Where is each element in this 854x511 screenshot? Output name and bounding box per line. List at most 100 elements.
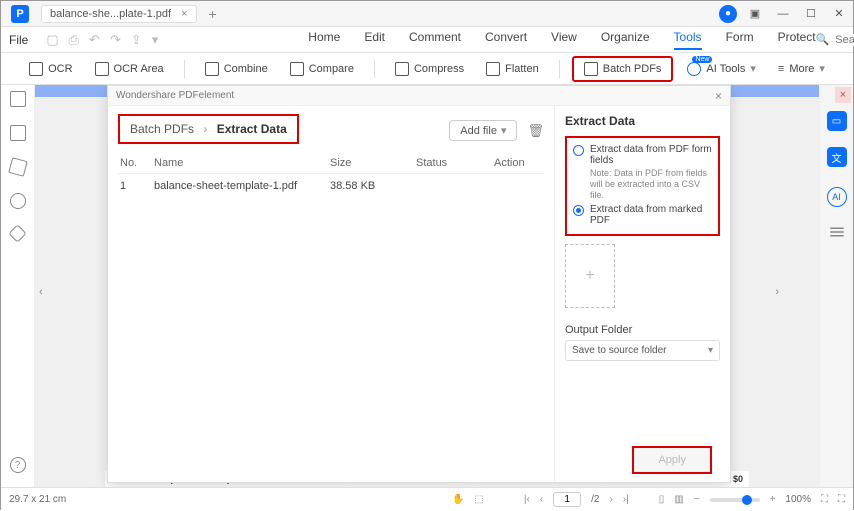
page-total: /2 (591, 494, 599, 505)
help-icon[interactable]: ? (10, 457, 26, 473)
minimize-button[interactable]: — (773, 4, 793, 24)
chevron-down-icon: ▾ (750, 62, 756, 75)
ocr-icon (29, 62, 43, 76)
col-header-name: Name (154, 157, 330, 169)
compare-button[interactable]: Compare (282, 58, 362, 80)
col-header-no: No. (120, 157, 154, 169)
last-page-icon[interactable]: ›| (623, 494, 629, 505)
cell-name: balance-sheet-template-1.pdf (154, 180, 330, 192)
search-icon: 🔍 (816, 33, 830, 46)
separator (184, 60, 185, 78)
chevron-down-icon: ▾ (708, 345, 713, 356)
output-folder-select[interactable]: Save to source folder ▾ (565, 340, 720, 361)
menu-tools[interactable]: Tools (674, 30, 702, 50)
breadcrumb-root[interactable]: Batch PDFs (130, 122, 194, 136)
print-icon[interactable]: ⎙ (69, 32, 79, 48)
compress-button[interactable]: Compress (387, 58, 472, 80)
prev-page-chevron[interactable]: ‹ (39, 286, 43, 298)
bookmarks-icon[interactable] (10, 125, 26, 141)
next-page-chevron[interactable]: › (775, 286, 779, 298)
share-icon[interactable]: ⇪ (131, 32, 142, 48)
cell-status (416, 180, 494, 192)
table-row[interactable]: 1 balance-sheet-template-1.pdf 38.58 KB (118, 174, 544, 198)
more-icon: ≡ (778, 63, 784, 75)
cell-size: 38.58 KB (330, 180, 416, 192)
close-right-panel[interactable]: × (835, 87, 851, 103)
col-header-action: Action (494, 157, 538, 169)
ocr-area-button[interactable]: OCR Area (87, 58, 172, 80)
search-panel-icon[interactable] (10, 193, 26, 209)
fit-width-icon[interactable]: ⛶ (821, 494, 828, 505)
zoom-slider[interactable] (710, 498, 760, 502)
contact-card-icon[interactable]: ▭ (827, 111, 847, 131)
menu-organize[interactable]: Organize (601, 30, 650, 50)
first-page-icon[interactable]: |‹ (524, 494, 530, 505)
zoom-in-icon[interactable]: + (770, 494, 776, 505)
prev-page-icon[interactable]: ‹ (540, 494, 543, 505)
batch-pdfs-button[interactable]: Batch PDFs (572, 56, 674, 82)
add-marked-template[interactable]: + (565, 244, 615, 308)
combine-button[interactable]: Combine (197, 58, 276, 80)
cell-no: 1 (120, 180, 154, 192)
translate-icon[interactable]: 文 (827, 147, 847, 167)
maximize-button[interactable]: ☐ (801, 4, 821, 24)
breadcrumb: Batch PDFs › Extract Data (130, 122, 287, 136)
new-tab-button[interactable]: + (209, 6, 217, 22)
close-tab-icon[interactable]: × (181, 8, 187, 20)
delete-file-button[interactable]: 🗑 (527, 123, 544, 139)
layers-icon[interactable] (8, 224, 26, 242)
app-icon: P (11, 5, 29, 23)
select-tool-icon[interactable]: ⬚ (474, 494, 483, 505)
ai-sidebar-icon[interactable]: AI (827, 187, 847, 207)
compare-icon (290, 62, 304, 76)
extract-title: Extract Data (565, 114, 720, 128)
page-number-input[interactable] (553, 492, 581, 507)
option-note: Note: Data in PDF from fields will be ex… (590, 168, 712, 200)
menu-form[interactable]: Form (726, 30, 754, 50)
fullscreen-icon[interactable]: ⛶ (838, 494, 845, 505)
close-window-button[interactable]: ✕ (829, 4, 849, 24)
compress-icon (395, 62, 409, 76)
app-menu-icon[interactable]: ▣ (745, 4, 765, 24)
cell-action (494, 180, 538, 192)
option-marked-pdf[interactable]: Extract data from marked PDF (573, 204, 712, 226)
thumbnails-icon[interactable] (10, 91, 26, 107)
menu-home[interactable]: Home (308, 30, 340, 50)
menu-edit[interactable]: Edit (364, 30, 385, 50)
redo-icon[interactable]: ↷ (110, 32, 121, 48)
add-file-button[interactable]: Add file ▾ (449, 120, 517, 141)
panel-title: Wondershare PDFelement (116, 90, 234, 101)
hand-tool-icon[interactable]: ✋ (452, 494, 464, 505)
document-dimensions: 29.7 x 21 cm (9, 494, 66, 505)
view-mode-continuous-icon[interactable]: ▥ (674, 494, 683, 505)
radio-icon[interactable] (573, 205, 584, 216)
chevron-right-icon: › (203, 122, 207, 136)
menu-comment[interactable]: Comment (409, 30, 461, 50)
ocr-button[interactable]: OCR (21, 58, 80, 80)
menu-convert[interactable]: Convert (485, 30, 527, 50)
breadcrumb-current: Extract Data (217, 122, 287, 136)
radio-icon[interactable] (573, 145, 584, 156)
apply-button[interactable]: Apply (632, 446, 712, 474)
menu-protect[interactable]: Protect (778, 30, 816, 50)
col-header-size: Size (330, 157, 416, 169)
next-page-icon[interactable]: › (609, 494, 612, 505)
undo-icon[interactable]: ↶ (89, 32, 100, 48)
save-icon[interactable]: ▢ (46, 32, 58, 48)
document-tab[interactable]: balance-she...plate-1.pdf × (41, 5, 197, 23)
zoom-out-icon[interactable]: − (694, 494, 700, 505)
col-header-status: Status (416, 157, 494, 169)
quick-actions-dropdown[interactable]: ▾ (152, 32, 159, 48)
more-button[interactable]: ≡More▾ (770, 58, 833, 79)
user-avatar-icon[interactable]: ● (719, 5, 737, 23)
attachments-icon[interactable] (8, 157, 28, 177)
option-form-fields[interactable]: Extract data from PDF form fields (573, 144, 712, 166)
panel-close-button[interactable]: × (715, 89, 722, 103)
flatten-button[interactable]: Flatten (478, 58, 547, 80)
settings-sidebar-icon[interactable] (828, 223, 846, 241)
view-mode-single-icon[interactable]: ▯ (659, 494, 665, 505)
menu-view[interactable]: View (551, 30, 577, 50)
search-tools-input[interactable] (835, 34, 854, 46)
ai-tools-button[interactable]: AI Tools▾ (679, 58, 763, 80)
file-menu[interactable]: File (9, 33, 28, 47)
